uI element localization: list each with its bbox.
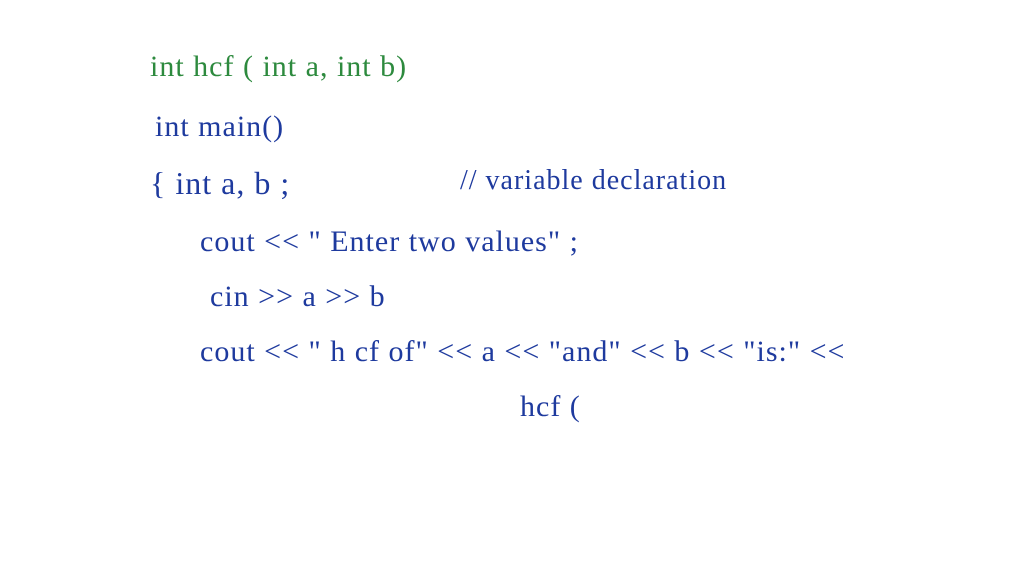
code-line-hcfcall: hcf ( [520, 390, 581, 424]
code-line-vars: { int a, b ; [150, 165, 290, 202]
code-line-comment: // variable declaration [460, 165, 727, 197]
code-line-cout1: cout << " Enter two values" ; [200, 225, 579, 259]
code-line-declaration: int hcf ( int a, int b) [150, 50, 407, 84]
code-line-main: int main() [155, 110, 284, 144]
code-line-cin: cin >> a >> b [210, 280, 386, 314]
code-line-cout2: cout << " h cf of" << a << "and" << b <<… [200, 335, 845, 369]
